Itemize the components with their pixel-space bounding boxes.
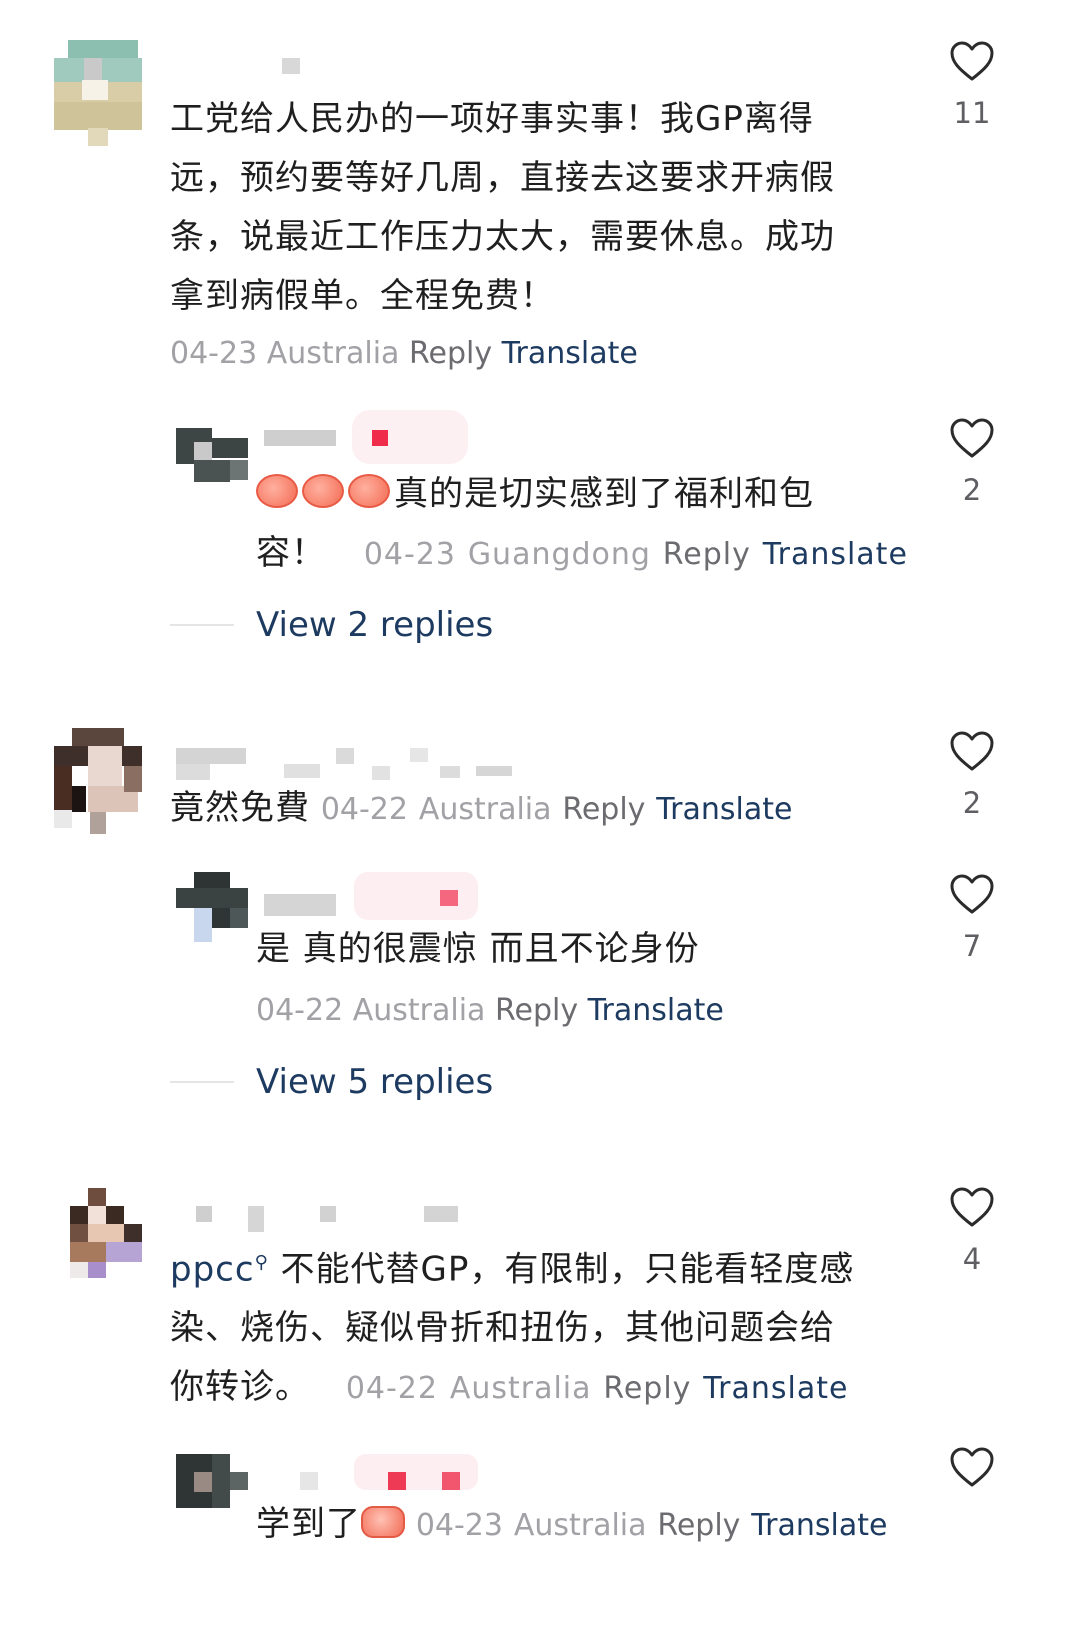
divider — [170, 624, 234, 626]
view-replies-button[interactable]: View 5 replies — [170, 1062, 493, 1102]
comment-date: 04-22 — [256, 993, 344, 1028]
peach-emoji — [256, 474, 298, 508]
like-button[interactable]: 2 — [948, 730, 996, 820]
comment-text: 工党给人民办的一项好事实事！我GP离得 远，预约要等好几周，直接去这要求开病假 … — [170, 99, 835, 316]
view-replies-label[interactable]: View 2 replies — [256, 605, 493, 645]
avatar[interactable] — [176, 1454, 248, 1508]
reply-button[interactable]: Reply — [409, 336, 492, 371]
comment-line: 学到了 04-23 Australia Reply Translate — [256, 1502, 887, 1548]
comment-date: 04-23 — [170, 336, 258, 371]
like-count: 2 — [962, 786, 982, 820]
view-replies-label[interactable]: View 5 replies — [256, 1062, 493, 1102]
avatar[interactable] — [176, 872, 248, 942]
like-count: 2 — [962, 473, 982, 507]
avatar[interactable] — [176, 428, 248, 482]
divider — [170, 1081, 234, 1083]
reply-text: 是 真的很震惊 而且不论身份 — [256, 929, 700, 969]
like-button[interactable]: 7 — [948, 873, 996, 963]
comment-location: Guangdong — [467, 537, 651, 572]
like-button[interactable]: 4 — [948, 1186, 996, 1276]
translate-button[interactable]: Translate — [763, 537, 908, 572]
like-button[interactable]: 2 — [948, 417, 996, 507]
search-icon: ⚲ — [254, 1252, 269, 1273]
comment-location: Australia — [266, 336, 400, 371]
comment-location: Australia — [418, 792, 552, 827]
clapping-hands-emoji — [361, 1506, 405, 1538]
comment-location: Australia — [449, 1371, 592, 1407]
like-button[interactable] — [948, 1446, 996, 1488]
reply-button[interactable]: Reply — [657, 1508, 740, 1543]
translate-button[interactable]: Translate — [703, 1371, 848, 1406]
reply-button[interactable]: Reply — [562, 792, 645, 827]
translate-button[interactable]: Translate — [588, 993, 724, 1028]
comment-date: 04-23 — [415, 1508, 503, 1543]
heart-outline-icon — [950, 874, 994, 914]
comment-date: 04-23 — [363, 537, 456, 572]
comment-text: 竟然免費 — [170, 788, 310, 828]
heart-outline-icon — [950, 1187, 994, 1227]
comment-date: 04-22 — [345, 1371, 438, 1407]
reply-text: 学到了 — [256, 1504, 361, 1544]
reply-text: 真的是切实感到了福利和包 容！ 04-23 Guangdong Reply Tr… — [256, 474, 908, 573]
avatar[interactable] — [54, 728, 142, 834]
avatar[interactable] — [54, 40, 142, 146]
comment-meta: 04-22 Australia Reply Translate — [256, 991, 724, 1031]
heart-outline-icon — [950, 41, 994, 81]
heart-outline-icon — [950, 1447, 994, 1487]
like-count: 11 — [953, 96, 991, 130]
reply-button[interactable]: Reply — [663, 537, 751, 572]
heart-outline-icon — [950, 731, 994, 771]
like-button[interactable]: 11 — [948, 40, 996, 130]
view-replies-button[interactable]: View 2 replies — [170, 605, 493, 645]
like-count: 7 — [962, 929, 982, 963]
comment-meta: 04-23 Australia Reply Translate — [170, 334, 638, 374]
comment-line: 竟然免費 04-22 Australia Reply Translate — [170, 786, 792, 832]
translate-button[interactable]: Translate — [656, 792, 792, 827]
heart-outline-icon — [950, 418, 994, 458]
peach-emoji — [348, 474, 390, 508]
mention-link[interactable]: ppcc — [170, 1249, 255, 1289]
reply-button[interactable]: Reply — [603, 1371, 691, 1406]
comment-date: 04-22 — [320, 792, 408, 827]
peach-emoji — [302, 474, 344, 508]
avatar[interactable] — [70, 1188, 142, 1278]
comment-text: ppcc⚲ 不能代替GP，有限制，只能看轻度感 染、烧伤、疑似骨折和扭伤，其他问… — [170, 1249, 855, 1408]
like-count: 4 — [962, 1242, 982, 1276]
reply-button[interactable]: Reply — [495, 993, 578, 1028]
translate-button[interactable]: Translate — [502, 336, 638, 371]
comment-location: Australia — [513, 1508, 647, 1543]
translate-button[interactable]: Translate — [751, 1508, 887, 1543]
comment-location: Australia — [352, 993, 486, 1028]
